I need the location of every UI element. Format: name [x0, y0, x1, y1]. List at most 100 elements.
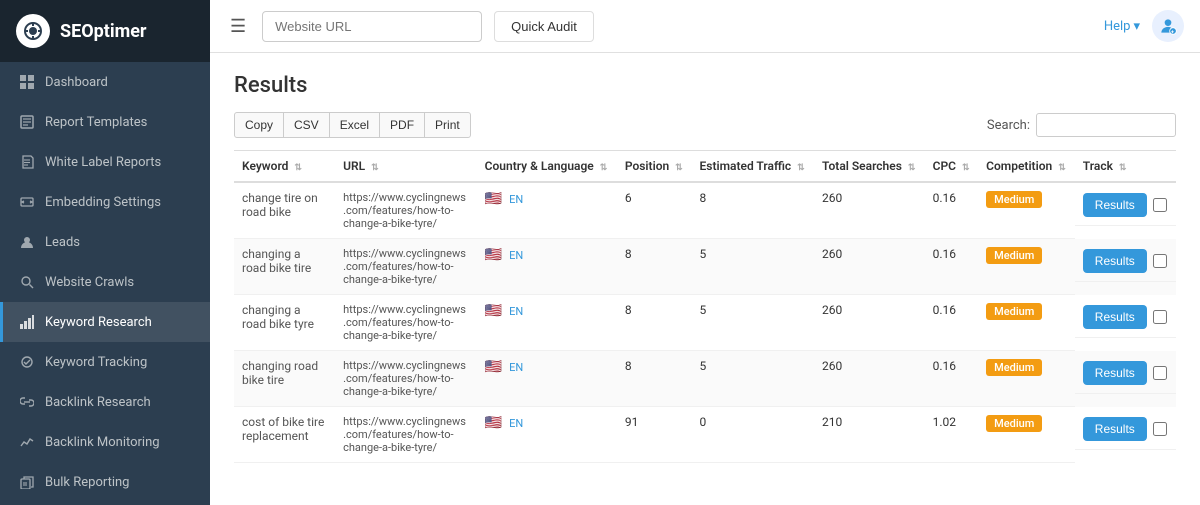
track-cell: Results [1075, 407, 1176, 450]
cpc-cell: 0.16 [925, 182, 979, 239]
competition-badge: Medium [986, 359, 1042, 376]
excel-button[interactable]: Excel [329, 112, 380, 138]
sidebar-logo: SEOptimer [0, 0, 210, 62]
sort-icon[interactable]: ⇅ [962, 163, 970, 173]
sort-icon[interactable]: ⇅ [600, 163, 608, 173]
search-label: Search: [987, 118, 1030, 133]
keyword-cell: changing road bike tire [234, 351, 335, 407]
embedding-settings-icon [19, 194, 35, 210]
track-checkbox[interactable] [1153, 422, 1167, 436]
sort-icon[interactable]: ⇅ [1058, 163, 1066, 173]
results-button[interactable]: Results [1083, 193, 1147, 217]
keyword-tracking-icon [19, 354, 35, 370]
keyword-research-icon [19, 314, 35, 330]
hamburger-icon[interactable]: ☰ [226, 12, 250, 41]
total-searches-cell: 260 [814, 351, 925, 407]
csv-button[interactable]: CSV [283, 112, 330, 138]
url-cell: https://www.cyclingnews.com/features/how… [335, 295, 477, 351]
topbar: ☰ Quick Audit Help ▾ + [210, 0, 1200, 53]
sort-icon[interactable]: ⇅ [797, 163, 805, 173]
country-cell: 🇺🇸 EN [477, 182, 617, 239]
sort-icon[interactable]: ⇅ [371, 163, 379, 173]
competition-cell: Medium [978, 295, 1075, 351]
estimated-traffic-cell: 8 [692, 182, 815, 239]
estimated-traffic-cell: 5 [692, 351, 815, 407]
col-url: URL ⇅ [335, 151, 477, 183]
sidebar-item-keyword-research[interactable]: Keyword Research [0, 302, 210, 342]
user-avatar[interactable]: + [1152, 10, 1184, 42]
cpc-cell: 1.02 [925, 407, 979, 463]
results-button[interactable]: Results [1083, 249, 1147, 273]
sidebar-item-website-crawls[interactable]: Website Crawls [0, 262, 210, 302]
estimated-traffic-cell: 5 [692, 239, 815, 295]
sidebar-item-keyword-tracking[interactable]: Keyword Tracking [0, 342, 210, 382]
copy-button[interactable]: Copy [234, 112, 284, 138]
language-label: EN [509, 305, 523, 318]
sidebar-item-backlink-monitoring[interactable]: Backlink Monitoring [0, 422, 210, 462]
pdf-button[interactable]: PDF [379, 112, 425, 138]
print-button[interactable]: Print [424, 112, 471, 138]
white-label-reports-icon [19, 154, 35, 170]
sidebar-item-label: Backlink Research [45, 395, 151, 410]
results-button[interactable]: Results [1083, 417, 1147, 441]
language-label: EN [509, 249, 523, 262]
search-input[interactable] [1036, 113, 1176, 137]
keyword-cell: changing a road bike tyre [234, 295, 335, 351]
sidebar-item-bulk-reporting[interactable]: Bulk Reporting [0, 462, 210, 502]
col-track: Track ⇅ [1075, 151, 1176, 183]
total-searches-cell: 210 [814, 407, 925, 463]
col-total-searches: Total Searches ⇅ [814, 151, 925, 183]
competition-cell: Medium [978, 407, 1075, 463]
quick-audit-button[interactable]: Quick Audit [494, 11, 594, 42]
table-header-row: Keyword ⇅ URL ⇅ Country & Language ⇅ Pos… [234, 151, 1176, 183]
keyword-cell: cost of bike tire replacement [234, 407, 335, 463]
country-cell: 🇺🇸 EN [477, 295, 617, 351]
sidebar-item-label: Dashboard [45, 75, 108, 90]
sort-icon[interactable]: ⇅ [294, 163, 302, 173]
sidebar-item-dashboard[interactable]: Dashboard [0, 62, 210, 102]
sidebar-item-label: Leads [45, 235, 80, 250]
sort-icon[interactable]: ⇅ [675, 163, 683, 173]
sort-icon[interactable]: ⇅ [1119, 163, 1127, 173]
results-button[interactable]: Results [1083, 361, 1147, 385]
chevron-down-icon: ▾ [1133, 19, 1140, 34]
sidebar-item-label: Backlink Monitoring [45, 435, 160, 450]
cpc-cell: 0.16 [925, 295, 979, 351]
sidebar-item-embedding-settings[interactable]: Embedding Settings [0, 182, 210, 222]
dashboard-icon [19, 74, 35, 90]
topbar-right: Help ▾ + [1104, 10, 1184, 42]
sidebar: SEOptimer Dashboard Report Templates Whi… [0, 0, 210, 505]
table-row: changing road bike tire https://www.cycl… [234, 351, 1176, 407]
cpc-cell: 0.16 [925, 351, 979, 407]
keyword-cell: changing a road bike tire [234, 239, 335, 295]
content-area: Results Copy CSV Excel PDF Print Search:… [210, 53, 1200, 505]
sidebar-item-report-templates[interactable]: Report Templates [0, 102, 210, 142]
track-cell: Results [1075, 351, 1176, 394]
backlink-monitoring-icon [19, 434, 35, 450]
sort-icon[interactable]: ⇅ [908, 163, 916, 173]
sidebar-item-leads[interactable]: Leads [0, 222, 210, 262]
help-button[interactable]: Help ▾ [1104, 19, 1140, 34]
table-row: cost of bike tire replacement https://ww… [234, 407, 1176, 463]
sidebar-item-white-label-reports[interactable]: White Label Reports [0, 142, 210, 182]
col-keyword: Keyword ⇅ [234, 151, 335, 183]
track-checkbox[interactable] [1153, 198, 1167, 212]
col-cpc: CPC ⇅ [925, 151, 979, 183]
flag-icon: 🇺🇸 [485, 415, 502, 431]
url-input[interactable] [262, 11, 482, 42]
country-cell: 🇺🇸 EN [477, 407, 617, 463]
competition-badge: Medium [986, 247, 1042, 264]
total-searches-cell: 260 [814, 239, 925, 295]
track-checkbox[interactable] [1153, 310, 1167, 324]
country-cell: 🇺🇸 EN [477, 351, 617, 407]
position-cell: 91 [617, 407, 692, 463]
country-cell: 🇺🇸 EN [477, 239, 617, 295]
url-cell: https://www.cyclingnews.com/features/how… [335, 182, 477, 239]
sidebar-item-backlink-research[interactable]: Backlink Research [0, 382, 210, 422]
col-country-language: Country & Language ⇅ [477, 151, 617, 183]
track-checkbox[interactable] [1153, 254, 1167, 268]
track-checkbox[interactable] [1153, 366, 1167, 380]
results-button[interactable]: Results [1083, 305, 1147, 329]
table-row: changing a road bike tire https://www.cy… [234, 239, 1176, 295]
sidebar-item-label: Embedding Settings [45, 195, 161, 210]
